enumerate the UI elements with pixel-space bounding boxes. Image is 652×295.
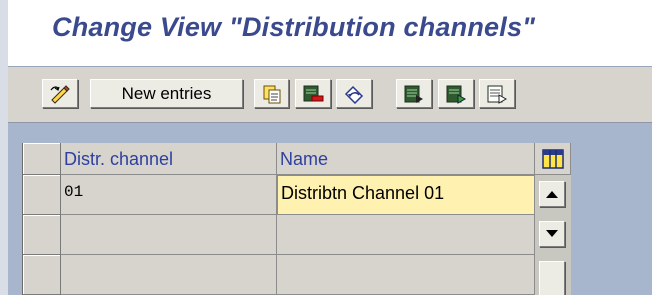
scroll-thumb[interactable] bbox=[539, 261, 565, 295]
select-all-icon bbox=[403, 84, 425, 104]
new-entries-button[interactable]: New entries bbox=[90, 79, 243, 108]
undo-change-icon bbox=[343, 84, 365, 104]
table-cell-name-input[interactable]: Distribtn Channel 01 bbox=[277, 175, 535, 215]
deselect-all-icon bbox=[486, 84, 508, 104]
application-toolbar: New entries bbox=[8, 67, 652, 123]
scroll-down-button[interactable] bbox=[539, 221, 565, 247]
table-settings-button[interactable] bbox=[535, 143, 571, 175]
table-cell-distr-channel[interactable] bbox=[61, 215, 277, 255]
delete-icon bbox=[302, 84, 324, 104]
select-block-icon bbox=[445, 84, 467, 104]
triangle-down-icon bbox=[545, 229, 559, 239]
triangle-up-icon bbox=[545, 189, 559, 199]
undo-change-button[interactable] bbox=[336, 79, 372, 108]
table-cell-name[interactable] bbox=[277, 215, 535, 255]
title-bar: Change View "Distribution channels" bbox=[8, 0, 652, 67]
page-title: Change View "Distribution channels" bbox=[52, 12, 536, 42]
select-all-button[interactable] bbox=[396, 79, 432, 108]
deselect-all-button[interactable] bbox=[479, 79, 515, 108]
select-all-rows-button[interactable] bbox=[23, 143, 61, 175]
edit-toggle-icon bbox=[49, 84, 71, 104]
table-cell-distr-channel: 01 bbox=[61, 175, 277, 215]
table-settings-icon bbox=[541, 148, 564, 169]
table-cell-name[interactable] bbox=[277, 255, 535, 295]
column-header-distr-channel[interactable]: Distr. channel bbox=[61, 143, 277, 175]
delete-button[interactable] bbox=[295, 79, 331, 108]
scroll-up-button[interactable] bbox=[539, 181, 565, 207]
display-change-button[interactable] bbox=[42, 79, 78, 108]
new-entries-label: New entries bbox=[121, 83, 212, 103]
copy-as-icon bbox=[262, 84, 282, 104]
copy-as-button[interactable] bbox=[254, 79, 289, 108]
table-cell-distr-channel[interactable] bbox=[61, 255, 277, 295]
content-area: Distr. channel Name 01 Distribtn Channel… bbox=[8, 123, 652, 295]
row-selector[interactable] bbox=[23, 215, 61, 255]
select-block-button[interactable] bbox=[438, 79, 474, 108]
sap-window: Change View "Distribution channels" New … bbox=[0, 0, 652, 295]
row-selector[interactable] bbox=[23, 255, 61, 295]
table-control: Distr. channel Name 01 Distribtn Channel… bbox=[22, 143, 571, 295]
column-header-name[interactable]: Name bbox=[277, 143, 535, 175]
row-selector[interactable] bbox=[23, 175, 61, 215]
